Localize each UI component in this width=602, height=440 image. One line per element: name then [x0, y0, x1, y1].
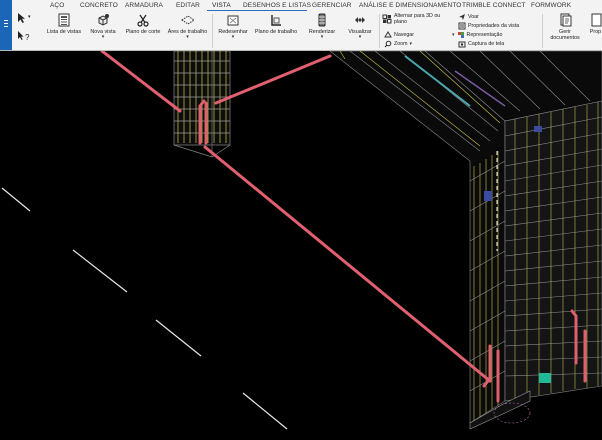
gerir-label-2: documentos: [550, 35, 580, 41]
navigate-icon: [384, 31, 392, 38]
propriedades-da-vista-label: Propriedades da vista: [468, 23, 520, 29]
work-area-icon: [180, 15, 195, 25]
tab-editar[interactable]: EDITAR: [176, 2, 200, 9]
model-viewport[interactable]: [0, 49, 602, 435]
tab-concreto[interactable]: CONCRETO: [80, 2, 118, 9]
toggle-3d-icon: [382, 14, 392, 24]
ribbon-separator: [212, 14, 213, 48]
nova-vista-dropdown-icon: ▾: [101, 34, 105, 40]
zoom-button[interactable]: Zoom ▾: [384, 40, 412, 48]
gerir-documentos-button[interactable]: Gerir documentos: [545, 13, 585, 41]
captura-de-tela-label: Captura de tela: [468, 41, 505, 47]
representation-icon: [457, 32, 464, 38]
alternar-3d-label-2: plano: [394, 19, 407, 25]
selection-tools: ▾ ?: [0, 11, 40, 49]
tab-desenhos-e-listas[interactable]: DESENHOS E LISTAS: [243, 2, 311, 9]
svg-text:?: ?: [25, 33, 30, 42]
documents-icon: [560, 13, 572, 27]
tab-gerenciar[interactable]: GERENCIAR: [312, 2, 352, 9]
ribbon: AÇO CONCRETO ARMADURA EDITAR VISTA DESEN…: [0, 0, 602, 51]
new-view-icon: [98, 14, 109, 26]
redesenhar-dropdown-icon: ▾: [231, 34, 235, 40]
navegar-button[interactable]: Navegar: [384, 31, 414, 39]
select-dropdown-icon[interactable]: ▾: [28, 14, 31, 20]
plano-de-trabalho-button[interactable]: Plano de trabalho: [252, 13, 300, 35]
ribbon-separator: [379, 14, 380, 48]
zoom-dropdown-icon: ▾: [409, 40, 413, 47]
plano-de-corte-label: Plano de corte: [125, 29, 161, 35]
tab-trimble-connect[interactable]: TRIMBLE CONNECT: [462, 2, 526, 9]
representacao-button[interactable]: ▾ Representação: [452, 31, 502, 39]
tab-armadura[interactable]: ARMADURA: [125, 2, 163, 9]
propriedades-button[interactable]: Prop: [589, 13, 602, 35]
propriedades-da-vista-button[interactable]: Propriedades da vista: [458, 22, 519, 30]
model-3d-drawing[interactable]: [0, 49, 602, 435]
propriedades-label: Prop: [589, 29, 602, 35]
scissors-icon: [137, 14, 149, 27]
visualizar-button[interactable]: Visualizar ▾: [342, 13, 378, 40]
tab-formwork[interactable]: FORMWORK: [531, 2, 571, 9]
redraw-icon: [227, 15, 239, 26]
areas-dropdown-icon: ▾: [186, 34, 189, 40]
areas-de-trabalho-button[interactable]: Áres de trabalho ▾: [165, 13, 210, 40]
properties-icon: [591, 13, 601, 27]
visualizar-dropdown-icon: ▾: [358, 34, 362, 40]
representacao-dropdown-icon: ▾: [452, 31, 455, 38]
tab-aco[interactable]: AÇO: [50, 2, 64, 9]
help-icon[interactable]: ?: [17, 30, 31, 44]
nova-vista-button[interactable]: Nova vista ▾: [88, 13, 118, 40]
visualize-icon: [355, 17, 365, 23]
renderizar-button[interactable]: Renderizar ▾: [303, 13, 341, 40]
active-tab-indicator: [207, 10, 307, 11]
representacao-label: Representação: [466, 32, 503, 38]
zoom-label: Zoom: [394, 41, 408, 47]
zoom-icon: [384, 40, 392, 48]
tab-vista[interactable]: VISTA: [212, 2, 231, 9]
navegar-label: Navegar: [394, 32, 415, 38]
redesenhar-button[interactable]: Redesenhar ▾: [214, 13, 252, 40]
ribbon-separator: [542, 14, 543, 48]
renderizar-dropdown-icon: ▾: [320, 34, 324, 40]
lista-de-vistas-label: Lista de vistas: [46, 29, 82, 35]
screenshot-icon: [458, 41, 466, 48]
voar-label: Voar: [468, 14, 479, 20]
voar-button[interactable]: Voar: [458, 13, 479, 21]
plano-de-corte-button[interactable]: Plano de corte: [123, 13, 163, 35]
fly-icon: [459, 14, 465, 20]
render-icon: [318, 13, 326, 27]
plano-de-trabalho-label: Plano de trabalho: [254, 29, 298, 35]
view-list-icon: [58, 13, 70, 27]
lista-de-vistas-button[interactable]: Lista de vistas: [46, 13, 82, 35]
alternar-3d-button[interactable]: Alternar para 3D ou plano: [382, 13, 440, 25]
view-properties-icon: [458, 22, 466, 30]
work-plane-icon: [271, 15, 281, 26]
captura-de-tela-button[interactable]: Captura de tela: [458, 40, 504, 48]
select-arrow-icon[interactable]: [17, 12, 27, 26]
tab-analise-e-dimensionamento[interactable]: ANÁLISE E DIMENSIONAMENTO: [359, 2, 461, 9]
